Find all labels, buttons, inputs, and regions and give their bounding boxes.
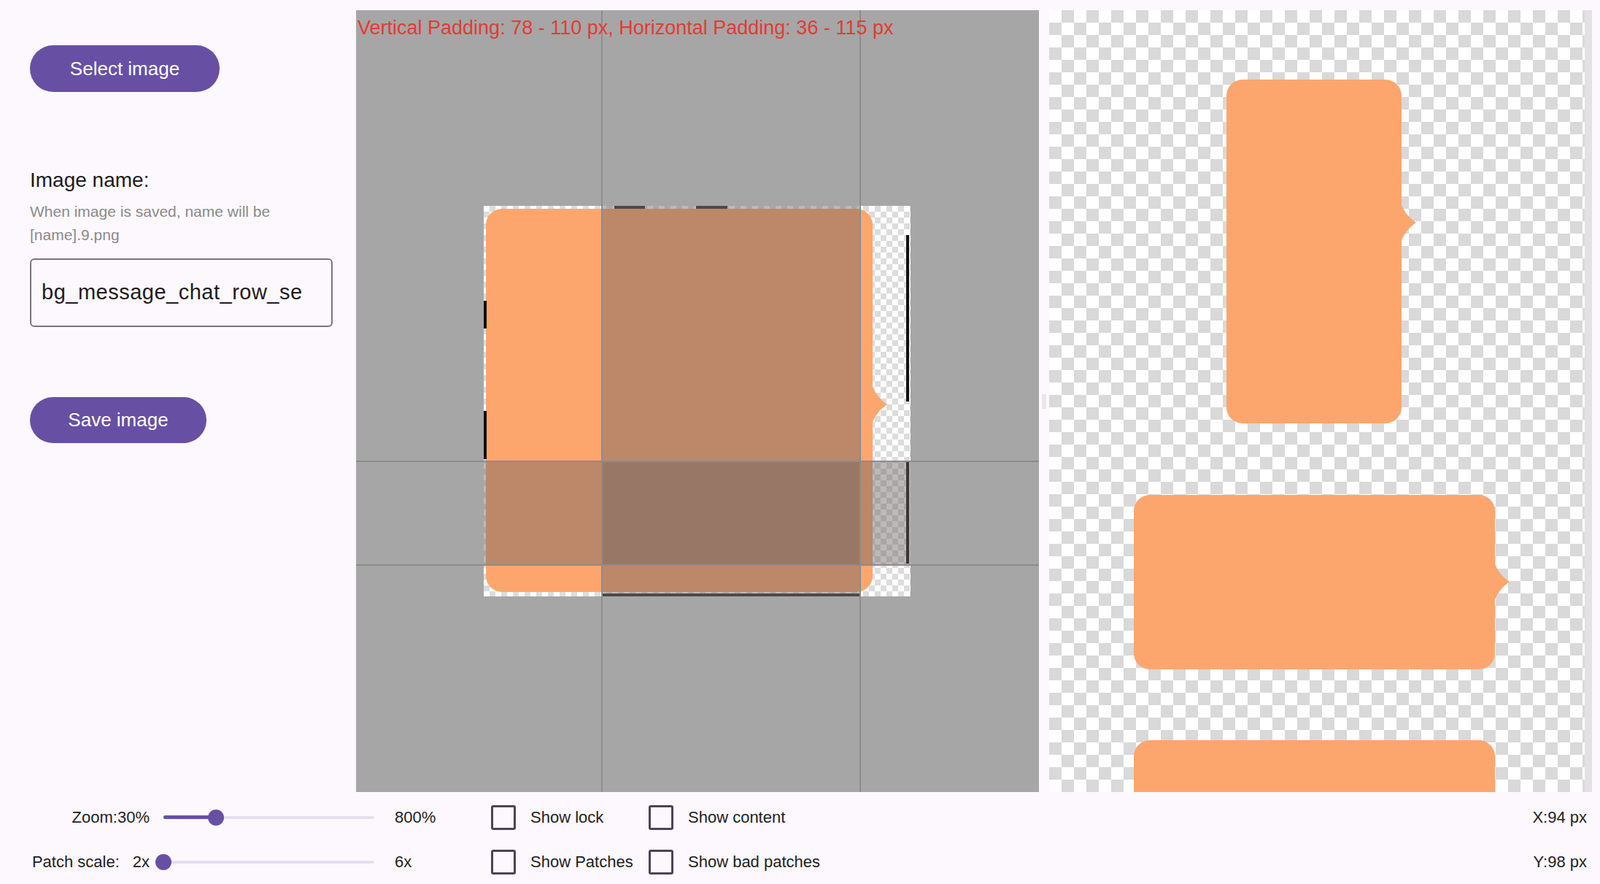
patch-scale-max: 6x (394, 849, 492, 874)
checkbox-label: Show Patches (530, 849, 634, 874)
scrollbar[interactable] (1584, 10, 1592, 792)
checkbox[interactable] (491, 804, 516, 830)
bubble-tail-icon (1398, 196, 1421, 249)
padding-info: Vertical Padding: 78 - 110 px, Horizonta… (357, 13, 894, 44)
checkbox-label: Show bad patches (688, 849, 821, 874)
y-coordinate: Y:98 px (1533, 849, 1600, 874)
patch-mark (483, 300, 487, 329)
padding-mark (906, 234, 910, 402)
editor-canvas[interactable]: Vertical Padding: 78 - 110 px, Horizonta… (356, 10, 1039, 792)
image-name-hint: When image is saved, name will be [name]… (29, 199, 333, 247)
select-image-button[interactable]: Select image (29, 45, 220, 92)
patch-mark (483, 410, 487, 459)
patch-scale-value: 2x (132, 849, 150, 874)
preview-cut (1133, 739, 1495, 792)
checkbox-row[interactable]: Show content (648, 804, 786, 830)
checkbox-row[interactable]: Show bad patches (648, 849, 821, 875)
guide-line (859, 10, 861, 792)
checkbox[interactable] (648, 804, 674, 830)
patch-scale-label: Patch scale: (32, 849, 120, 874)
image-name-field[interactable]: bg_message_chat_row_se (29, 258, 333, 327)
zoom-slider[interactable] (163, 806, 375, 829)
app: Select image Image name:When image is sav… (0, 0, 1600, 884)
zoom-max: 800% (394, 804, 492, 829)
guide-line (356, 563, 1039, 566)
x-coordinate: X:94 px (1532, 804, 1600, 829)
checkbox-label: Show content (688, 804, 786, 829)
guide-line (356, 460, 1039, 462)
checkbox-label: Show lock (530, 804, 604, 829)
checkbox[interactable] (648, 849, 674, 875)
left-panel: Select image Image name:When image is sav… (0, 10, 357, 792)
save-image-button[interactable]: Save image (29, 396, 207, 443)
patch-scale-slider[interactable] (163, 850, 375, 873)
checkbox[interactable] (491, 849, 516, 875)
guide-line (601, 10, 603, 792)
checkbox-row[interactable]: Show lock (491, 804, 649, 830)
bottom-bar: Zoom:30% 800% Show lock Show content X:94 px… (0, 791, 1600, 884)
zoom-label: Zoom:30% (72, 804, 150, 829)
preview-panel (1049, 10, 1592, 792)
checkbox-row[interactable]: Show Patches (491, 849, 649, 875)
stretch-row (483, 460, 911, 564)
nine-patch-image[interactable] (483, 205, 911, 597)
preview-tall (1226, 79, 1402, 424)
image-name-label: Image name: (29, 164, 149, 196)
bubble-tail-icon (869, 378, 892, 430)
divider-handle[interactable] (1041, 393, 1047, 409)
bubble-tail-icon (1492, 555, 1514, 608)
preview-wide (1133, 494, 1495, 670)
